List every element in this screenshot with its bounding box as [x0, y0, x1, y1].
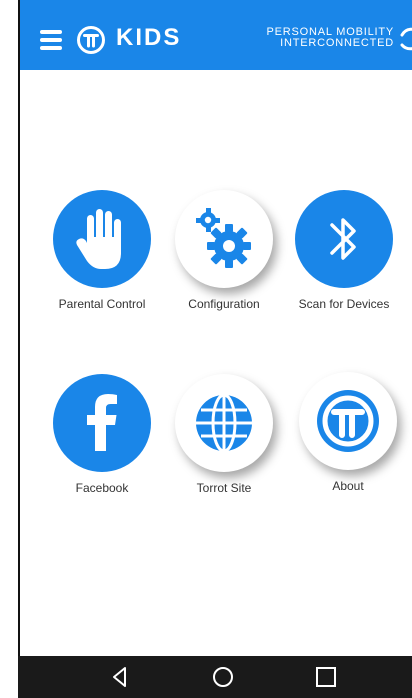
- tile-configuration[interactable]: Configuration: [164, 190, 284, 311]
- tile-label: Facebook: [75, 481, 129, 495]
- recents-icon[interactable]: [314, 665, 338, 689]
- tile-facebook[interactable]: Facebook: [42, 374, 162, 495]
- tile-about[interactable]: About: [288, 372, 408, 493]
- globe-icon: [196, 393, 252, 453]
- tagline: PERSONAL MOBILITY INTERCONNECTED: [248, 27, 394, 49]
- tile-label: Configuration: [188, 297, 260, 311]
- torrot-site-button[interactable]: [175, 374, 273, 472]
- system-navigation-bar: [18, 656, 412, 698]
- tile-torrot-site[interactable]: Torrot Site: [164, 374, 284, 495]
- torrot-logo-icon: [77, 26, 105, 54]
- facebook-icon: [87, 394, 117, 451]
- back-icon[interactable]: [108, 665, 132, 689]
- scan-for-devices-button[interactable]: [295, 190, 393, 288]
- frame-border: [18, 0, 20, 656]
- left-margin: [0, 0, 18, 698]
- brand-wordmark: KIDS: [116, 24, 182, 51]
- hamburger-menu-icon[interactable]: [40, 30, 62, 50]
- about-button[interactable]: [299, 372, 397, 470]
- hand-icon: [76, 209, 121, 269]
- tile-label: Parental Control: [58, 297, 146, 311]
- torrot-logo-icon: [317, 390, 379, 452]
- app-header: KIDS PERSONAL MOBILITY INTERCONNECTED: [20, 0, 412, 70]
- tagline-line-2: INTERCONNECTED: [280, 37, 394, 49]
- parental-control-button[interactable]: [53, 190, 151, 288]
- facebook-button[interactable]: [53, 374, 151, 472]
- tile-parental-control[interactable]: Parental Control: [42, 190, 162, 311]
- tile-label: Scan for Devices: [298, 297, 390, 311]
- home-icon[interactable]: [211, 665, 235, 689]
- gears-icon: [196, 208, 251, 268]
- sync-icon[interactable]: [396, 24, 412, 54]
- tile-label: Torrot Site: [196, 481, 252, 495]
- configuration-button[interactable]: [175, 190, 273, 288]
- tile-label: About: [332, 479, 364, 493]
- tile-scan-for-devices[interactable]: Scan for Devices: [284, 190, 404, 311]
- bluetooth-icon: [330, 218, 356, 260]
